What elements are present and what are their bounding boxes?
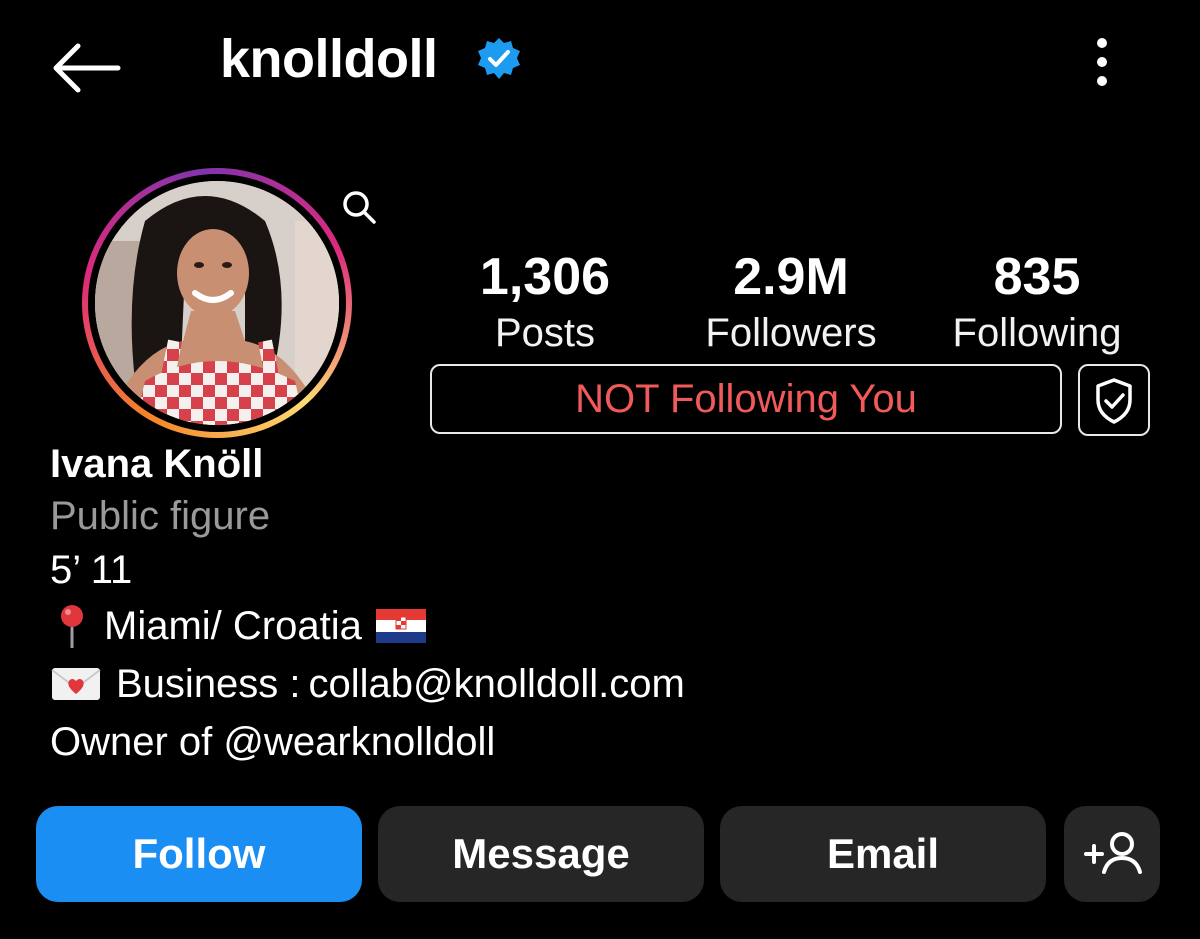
profile-username: knolldoll bbox=[220, 29, 438, 89]
owner-prefix: Owner of bbox=[50, 720, 224, 764]
following-count[interactable]: 835 Following bbox=[922, 246, 1152, 358]
owner-handle-link[interactable]: @wearknolldoll bbox=[223, 720, 495, 764]
posts-value: 1,306 bbox=[479, 248, 611, 306]
bio-location: Miami/ Croatia bbox=[50, 602, 426, 650]
bio-business: Business : collab@knolldoll.com bbox=[50, 660, 685, 708]
follow-status-badge[interactable]: NOT Following You bbox=[430, 364, 1062, 434]
following-value: 835 bbox=[993, 248, 1081, 306]
followers-value: 2.9M bbox=[733, 248, 849, 306]
bio-owner: Owner of @wearknolldoll bbox=[50, 718, 495, 766]
shield-check-icon bbox=[1096, 378, 1132, 424]
profile-category: Public figure bbox=[50, 494, 271, 538]
shield-button[interactable] bbox=[1078, 364, 1150, 436]
bio-height: 5’ 11 bbox=[50, 548, 133, 592]
verified-badge-icon bbox=[476, 36, 522, 82]
add-person-icon bbox=[1084, 832, 1142, 874]
full-name: Ivana Knöll bbox=[50, 442, 264, 486]
followers-count[interactable]: 2.9M Followers bbox=[676, 246, 906, 358]
more-options-icon[interactable] bbox=[1084, 34, 1120, 90]
message-button[interactable]: Message bbox=[378, 806, 704, 902]
posts-count[interactable]: 1,306 Posts bbox=[430, 246, 660, 358]
suggested-people-button[interactable] bbox=[1064, 806, 1160, 902]
business-email-link[interactable]: collab@knolldoll.com bbox=[309, 660, 685, 708]
posts-label: Posts bbox=[494, 311, 596, 355]
pushpin-icon bbox=[61, 605, 83, 648]
croatia-flag-icon bbox=[375, 609, 426, 643]
search-icon[interactable] bbox=[338, 186, 382, 230]
follow-button[interactable]: Follow bbox=[36, 806, 362, 902]
back-arrow-icon[interactable] bbox=[48, 40, 124, 96]
love-letter-icon bbox=[51, 668, 101, 700]
followers-label: Followers bbox=[705, 311, 877, 355]
location-text: Miami/ Croatia bbox=[104, 604, 362, 648]
profile-avatar[interactable] bbox=[95, 181, 339, 425]
email-button[interactable]: Email bbox=[720, 806, 1046, 902]
business-label: Business : bbox=[116, 662, 301, 706]
following-label: Following bbox=[952, 311, 1122, 355]
